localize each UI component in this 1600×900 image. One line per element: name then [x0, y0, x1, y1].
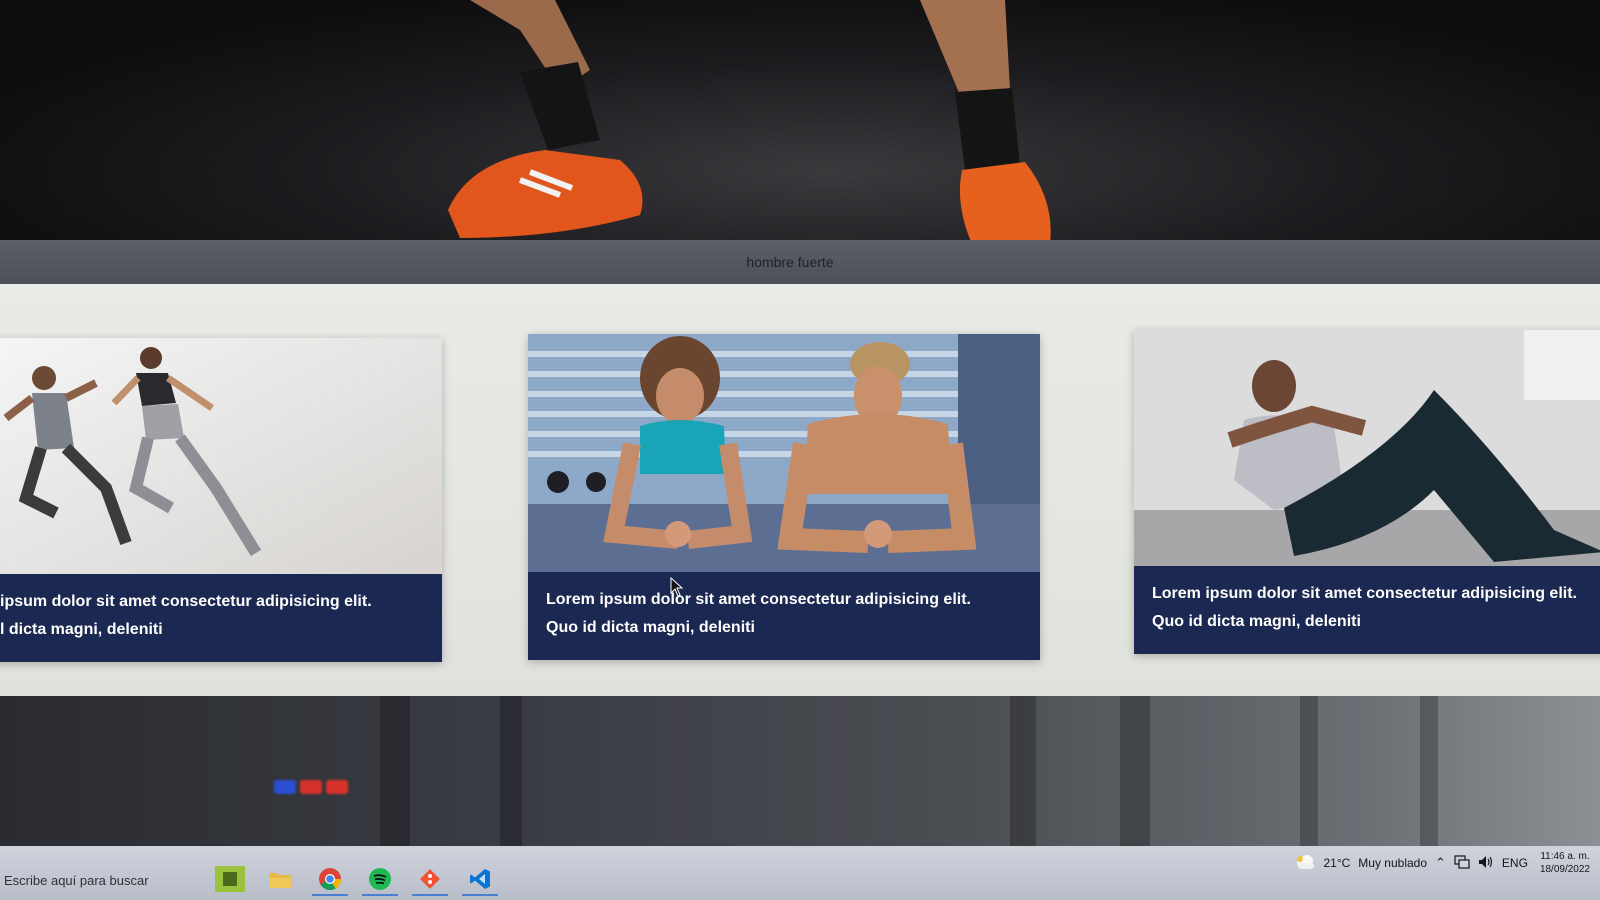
- card-image-runners: [0, 338, 442, 576]
- search-placeholder: Escribe aquí para buscar: [4, 872, 149, 888]
- blurred-logo: [274, 780, 348, 794]
- card-image-plank: [528, 334, 1040, 572]
- card-text-line1: Lorem ipsum dolor sit amet consectetur a…: [1152, 585, 1577, 602]
- weather-text[interactable]: Muy nublado: [1358, 856, 1427, 870]
- card-crunch[interactable]: Lorem ipsum dolor sit amet consectetur a…: [1134, 330, 1600, 654]
- file-explorer-icon[interactable]: [262, 864, 298, 896]
- spotify-icon[interactable]: [362, 864, 398, 896]
- chrome-icon[interactable]: [312, 864, 348, 896]
- card-caption: Lorem ipsum dolor sit amet consectetur a…: [528, 572, 1040, 660]
- mouse-cursor-icon: [670, 577, 684, 597]
- card-runners[interactable]: ipsum dolor sit amet consectetur adipisi…: [0, 338, 442, 662]
- windows-taskbar: Escribe aquí para buscar 21°C Muy nublad…: [0, 846, 1600, 900]
- card-text-line1: Lorem ipsum dolor sit amet consectetur a…: [546, 591, 971, 608]
- card-text-line2: l dicta magni, deleniti: [0, 621, 163, 638]
- system-tray: 21°C Muy nublado ⌃ ENG 11:46 a. m. 18/09…: [1295, 850, 1590, 876]
- clock-time: 11:46 a. m.: [1540, 851, 1590, 862]
- card-image-crunch: [1134, 330, 1600, 566]
- taskbar-clock[interactable]: 11:46 a. m. 18/09/2022: [1540, 850, 1590, 876]
- hero-caption: hombre fuerte: [746, 254, 834, 270]
- network-icon[interactable]: [1454, 854, 1470, 872]
- git-icon[interactable]: [412, 864, 448, 896]
- card-text-line2: Quo id dicta magni, deleniti: [1152, 613, 1361, 630]
- card-text-line2: Quo id dicta magni, deleniti: [546, 619, 755, 636]
- hero-image: [0, 0, 1600, 244]
- vscode-icon[interactable]: [462, 864, 498, 896]
- language-indicator[interactable]: ENG: [1502, 856, 1528, 870]
- cards-section: ipsum dolor sit amet consectetur adipisi…: [0, 284, 1600, 696]
- card-text-line1: ipsum dolor sit amet consectetur adipisi…: [0, 593, 372, 610]
- hero-athlete-legs: [448, 0, 1051, 244]
- taskbar-search-input[interactable]: Escribe aquí para buscar: [0, 860, 208, 900]
- clock-date: 18/09/2022: [1539, 864, 1590, 875]
- card-plank[interactable]: Lorem ipsum dolor sit amet consectetur a…: [528, 334, 1040, 660]
- chevron-up-icon[interactable]: ⌃: [1435, 855, 1446, 871]
- card-caption: Lorem ipsum dolor sit amet consectetur a…: [1134, 566, 1600, 654]
- hero-caption-bar: hombre fuerte: [0, 240, 1600, 284]
- weather-temp[interactable]: 21°C: [1323, 856, 1350, 870]
- card-caption: ipsum dolor sit amet consectetur adipisi…: [0, 574, 442, 662]
- taskbar-app-icons: [212, 864, 498, 896]
- task-view-icon[interactable]: [212, 864, 248, 896]
- weather-cloud-icon[interactable]: [1295, 854, 1315, 872]
- gym-background-image: [0, 696, 1600, 846]
- volume-icon[interactable]: [1478, 855, 1494, 872]
